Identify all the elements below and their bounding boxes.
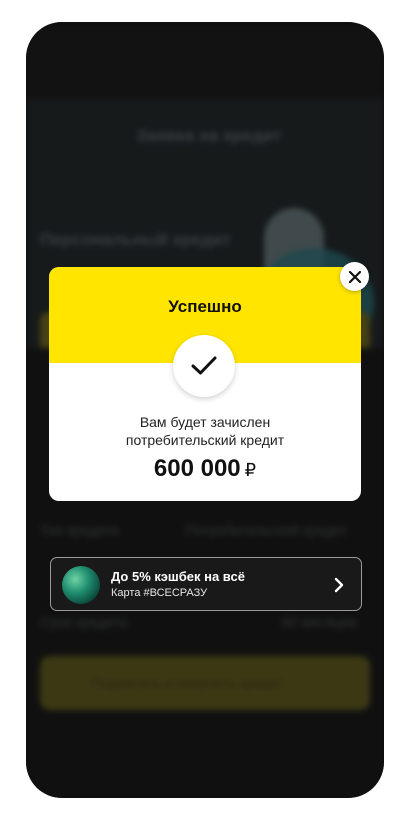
credit-amount-value: 600 000: [153, 455, 241, 482]
dialog-message: Вам будет зачислен потребительский креди…: [49, 413, 361, 449]
chevron-right-icon: [334, 577, 344, 593]
phone-screen: Заявка на кредит Персональный кредит Тип…: [26, 22, 384, 798]
cashback-promo-card[interactable]: До 5% кэшбек на всё Карта #ВСЕСРАЗУ: [50, 557, 362, 611]
card-thumbnail: [62, 566, 100, 604]
success-dialog: Успешно Вам будет зачислен потребительск…: [49, 267, 361, 501]
dialog-title: Успешно: [168, 297, 242, 316]
credit-amount: 600 000 ₽: [49, 455, 361, 483]
promo-subtitle: Карта #ВСЕСРАЗУ: [111, 587, 208, 599]
dialog-message-line2: потребительский кредит: [125, 432, 285, 448]
checkmark-icon: [173, 335, 235, 397]
promo-title: До 5% кэшбек на всё: [111, 569, 245, 584]
close-button[interactable]: [340, 262, 369, 291]
close-icon: [348, 270, 361, 283]
dialog-message-line1: Вам будет зачислен: [139, 414, 271, 430]
currency-symbol: ₽: [244, 460, 257, 480]
